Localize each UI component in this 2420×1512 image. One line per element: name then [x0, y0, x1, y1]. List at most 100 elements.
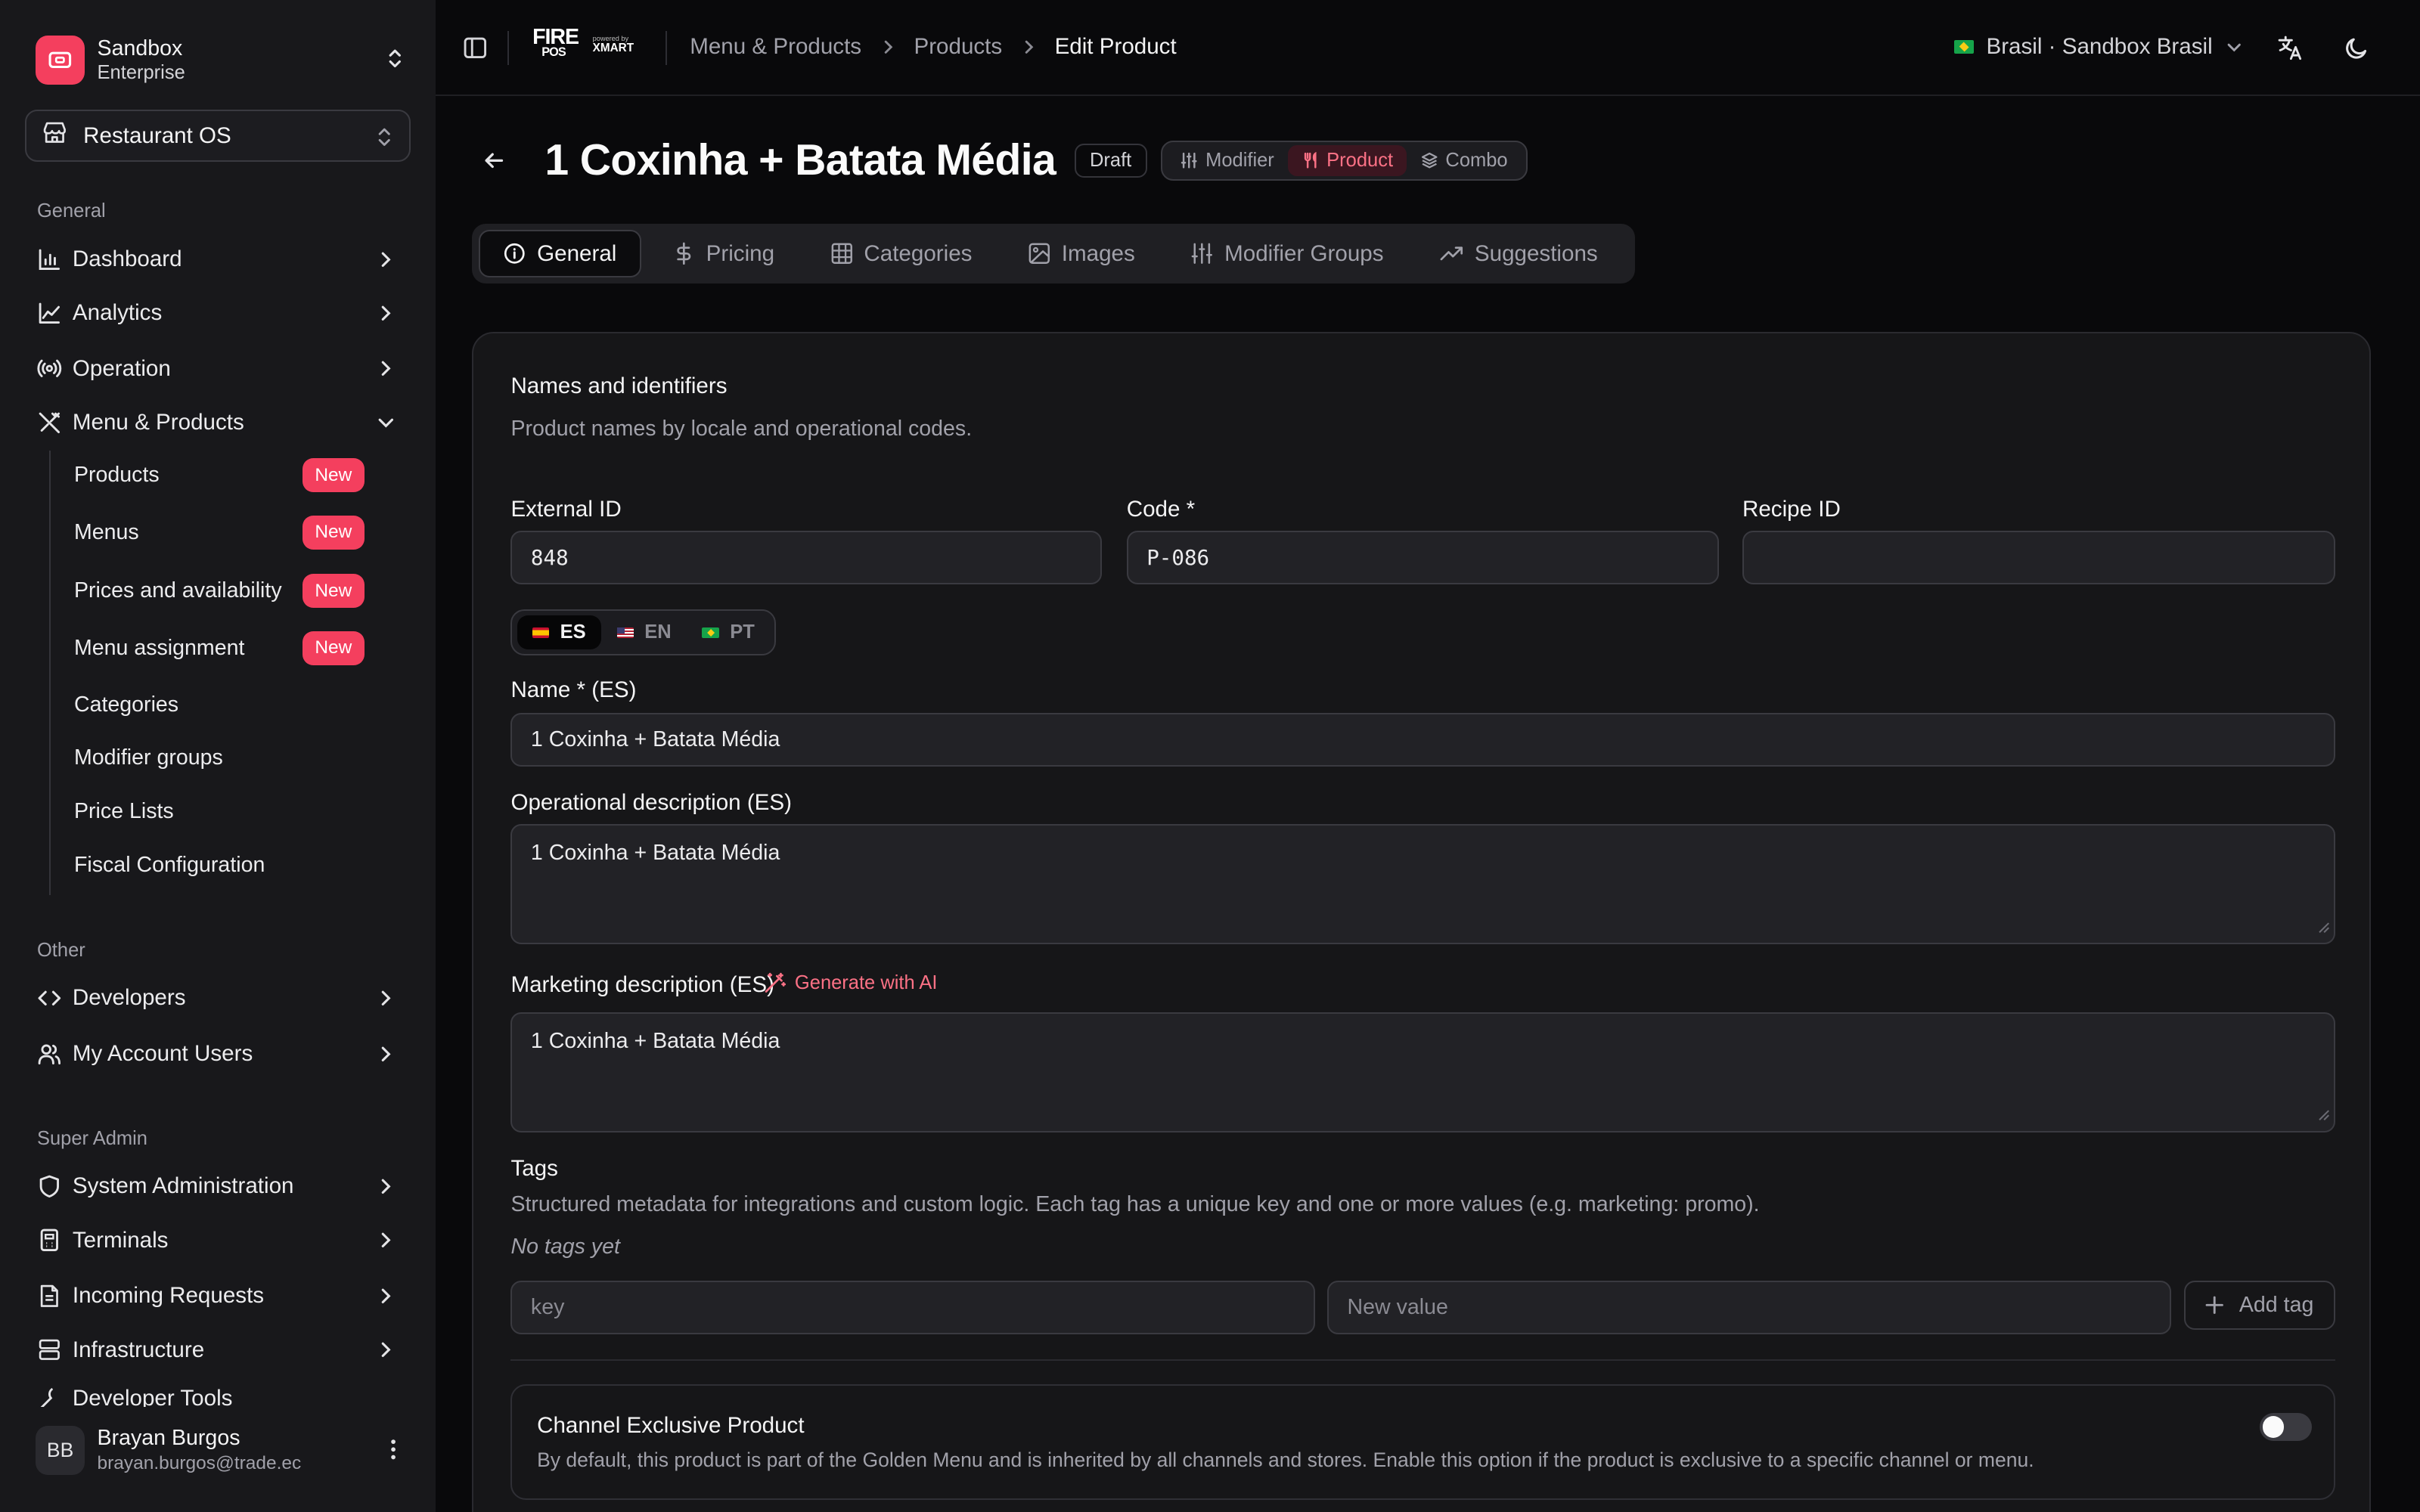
info-icon	[504, 243, 525, 265]
sidebar-item-price-lists[interactable]: Price Lists	[74, 795, 365, 829]
nav-analytics[interactable]: Analytics	[37, 295, 402, 332]
grid-icon	[831, 243, 852, 265]
marketing-description-label: Marketing description (ES)	[510, 971, 774, 997]
generate-with-ai-button[interactable]: Generate with AI	[764, 972, 937, 994]
moon-icon[interactable]	[2343, 34, 2371, 68]
region-selector[interactable]: Brasil · Sandbox Brasil	[1953, 33, 2244, 60]
submenu-guide-line	[49, 450, 51, 895]
type-option-modifier[interactable]: Modifier	[1167, 145, 1288, 176]
tab-general[interactable]: General	[478, 230, 641, 278]
resize-handle-icon[interactable]	[2318, 915, 2330, 940]
sidebar-item-prices-availability[interactable]: Prices and availability New	[74, 574, 365, 609]
name-label: Name * (ES)	[510, 677, 637, 702]
language-label: PT	[730, 621, 755, 643]
nav-label: Developer Tools	[72, 1385, 233, 1408]
language-label: ES	[560, 621, 586, 643]
type-option-label: Product	[1326, 149, 1394, 171]
sidebar-item-label: Menu assignment	[73, 635, 245, 660]
code-input[interactable]: P-086	[1126, 530, 1720, 585]
nav-menu-products[interactable]: Menu & Products	[37, 404, 402, 442]
language-option-pt[interactable]: PT	[687, 615, 770, 649]
tag-key-input[interactable]: key	[510, 1280, 1315, 1335]
type-option-product[interactable]: Product	[1288, 144, 1407, 176]
tab-suggestions[interactable]: Suggestions	[1414, 230, 1622, 277]
tab-pricing[interactable]: Pricing	[647, 230, 799, 277]
nav-developer-tools[interactable]: Developer Tools	[37, 1386, 402, 1408]
nav-label: My Account Users	[72, 1040, 253, 1066]
brazil-flag-icon	[702, 627, 719, 638]
sidebar-item-menus[interactable]: Menus New	[73, 515, 365, 550]
user-menu[interactable]: BB Brayan Burgos brayan.burgos@trade.ec	[35, 1423, 406, 1478]
channel-exclusive-toggle[interactable]	[2259, 1413, 2313, 1442]
line-chart-icon	[37, 301, 62, 326]
divider	[507, 30, 510, 65]
breadcrumb-menu-products[interactable]: Menu & Products	[690, 34, 861, 60]
app-selector-label: Restaurant OS	[83, 122, 231, 148]
translate-icon[interactable]	[2276, 34, 2304, 68]
section-title: Names and identifiers	[510, 373, 728, 398]
chevron-right-icon	[374, 356, 399, 387]
breadcrumb-current: Edit Product	[1054, 33, 1177, 59]
name-input[interactable]: 1 Coxinha + Batata Média	[510, 712, 2335, 767]
resize-handle-icon[interactable]	[2318, 1103, 2330, 1128]
divider	[510, 1359, 2335, 1361]
nav-developers[interactable]: Developers	[37, 980, 402, 1017]
language-option-es[interactable]: ES	[517, 615, 602, 650]
partner-name: XMART	[592, 42, 634, 55]
more-vertical-icon[interactable]	[390, 1438, 396, 1467]
chevron-right-icon	[374, 986, 399, 1017]
language-option-en[interactable]: EN	[601, 615, 687, 649]
marketing-description-textarea[interactable]: 1 Coxinha + Batata Média	[510, 1012, 2335, 1132]
chevron-right-icon	[879, 38, 897, 56]
tab-label: Images	[1061, 240, 1135, 266]
nav-label: Terminals	[72, 1227, 169, 1253]
operational-description-textarea[interactable]: 1 Coxinha + Batata Média	[510, 823, 2335, 944]
dollar-icon	[677, 242, 691, 265]
magic-wand-icon	[765, 972, 786, 993]
region-label: Brasil · Sandbox Brasil	[1986, 33, 2213, 59]
trending-up-icon	[1440, 246, 1463, 261]
add-tag-button[interactable]: Add tag	[2183, 1280, 2335, 1331]
type-option-combo[interactable]: Combo	[1407, 145, 1522, 176]
tab-categories[interactable]: Categories	[805, 230, 997, 277]
chevron-right-icon	[374, 1174, 399, 1205]
sidebar-item-products[interactable]: Products New	[74, 458, 365, 492]
terminal-icon	[37, 1228, 62, 1253]
tag-value-input[interactable]: New value	[1327, 1280, 2172, 1335]
chevron-right-icon	[374, 301, 399, 332]
sidebar-item-label: Menus	[73, 519, 139, 544]
arrow-left-icon[interactable]	[482, 148, 516, 173]
sidebar-item-categories[interactable]: Categories	[74, 688, 365, 722]
app-selector[interactable]: Restaurant OS	[24, 109, 411, 163]
org-switcher[interactable]: Sandbox Enterprise	[35, 34, 406, 86]
nav-incoming-requests[interactable]: Incoming Requests	[37, 1278, 402, 1315]
breadcrumb-products[interactable]: Products	[914, 34, 1002, 60]
chevron-right-icon	[374, 1228, 399, 1259]
sidebar-item-modifier-groups[interactable]: Modifier groups	[74, 741, 365, 775]
sidebar-item-fiscal-configuration[interactable]: Fiscal Configuration	[74, 848, 365, 882]
tab-images[interactable]: Images	[1003, 230, 1159, 277]
add-tag-label: Add tag	[2238, 1292, 2314, 1317]
nav-system-administration[interactable]: System Administration	[37, 1168, 402, 1205]
nav-operation[interactable]: Operation	[37, 350, 402, 387]
new-badge: New	[302, 574, 365, 609]
sidebar-item-label: Categories	[73, 692, 179, 717]
product-type-selector: Modifier Product Combo	[1160, 140, 1528, 181]
language-label: EN	[644, 621, 672, 643]
nav-my-account-users[interactable]: My Account Users	[37, 1035, 402, 1072]
sidebar-item-menu-assignment[interactable]: Menu assignment New	[74, 631, 365, 665]
sidebar-toggle-icon[interactable]	[463, 36, 488, 67]
tab-modifier-groups[interactable]: Modifier Groups	[1166, 230, 1409, 277]
external-id-input[interactable]: 848	[510, 530, 1103, 585]
radio-icon	[37, 356, 62, 381]
nav-dashboard[interactable]: Dashboard	[37, 240, 402, 277]
nav-infrastructure[interactable]: Infrastructure	[37, 1331, 402, 1368]
channel-exclusive-description: By default, this product is part of the …	[537, 1448, 2034, 1472]
code-value: P-086	[1146, 545, 1210, 570]
recipe-id-input[interactable]	[1742, 530, 2335, 585]
type-option-label: Combo	[1445, 149, 1508, 171]
tag-key-placeholder: key	[530, 1295, 565, 1320]
sliders-vertical-icon	[1191, 243, 1213, 265]
nav-terminals[interactable]: Terminals	[37, 1222, 402, 1259]
plus-icon	[2205, 1296, 2223, 1315]
